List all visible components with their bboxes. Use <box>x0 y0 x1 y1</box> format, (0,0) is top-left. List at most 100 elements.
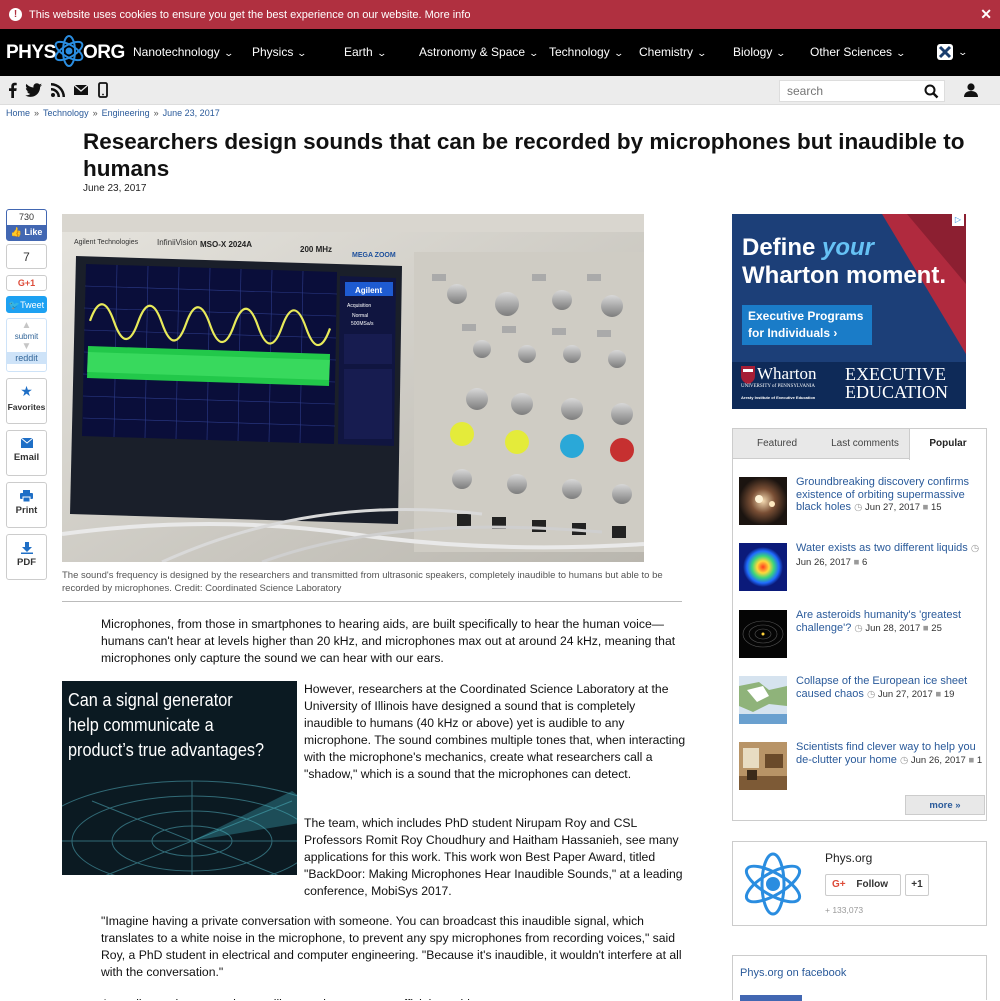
item-comments: 15 <box>931 502 942 513</box>
downvote-icon: ▼ <box>21 341 32 352</box>
svg-text:MSO-X 2024A: MSO-X 2024A <box>200 240 252 249</box>
item-comments: 25 <box>931 622 942 634</box>
button-line: for Individuals › <box>748 326 838 340</box>
facebook-like-button[interactable]: 730 👍 Like <box>6 209 47 241</box>
user-icon[interactable] <box>963 82 979 98</box>
facebook-box-title[interactable]: Phys.org on facebook <box>740 967 846 979</box>
nav-item-nanotechnology[interactable]: Nanotechnology ⌄ <box>133 45 234 59</box>
favorites-button[interactable]: ★ Favorites <box>6 378 47 424</box>
headline-part: Define <box>742 234 823 261</box>
svg-text:Normal: Normal <box>352 313 368 319</box>
nav-item-technology[interactable]: Technology ⌄ <box>549 45 624 59</box>
search-input[interactable] <box>780 81 920 101</box>
nav-item-other-sciences[interactable]: Other Sciences ⌄ <box>810 45 906 59</box>
twitter-icon[interactable] <box>25 82 43 98</box>
breadcrumb-engineering[interactable]: Engineering <box>102 108 150 118</box>
item-title-wrap: Water exists as two different liquids ◷ … <box>796 542 986 569</box>
wharton-headline: Define your Wharton moment. <box>742 234 946 290</box>
svg-text:Agilent: Agilent <box>355 286 382 295</box>
oscilloscope-photo: Agilent Technologies InfiniiVision MSO-X… <box>62 214 644 562</box>
breadcrumb-date[interactable]: June 23, 2017 <box>163 108 220 118</box>
cookie-message: This website uses cookies to ensure you … <box>29 9 471 21</box>
mobile-icon[interactable] <box>95 82 111 98</box>
print-button[interactable]: Print <box>6 482 47 528</box>
home-room-thumbnail <box>739 742 787 790</box>
comment-icon: ■ <box>935 688 942 700</box>
gplus-button[interactable]: G+1 <box>6 275 47 291</box>
chevron-down-icon: ⌄ <box>528 48 540 58</box>
nav-label: Nanotechnology <box>133 45 220 59</box>
cookie-banner: ! This website uses cookies to ensure yo… <box>0 0 1000 29</box>
pdf-button[interactable]: PDF <box>6 534 47 580</box>
item-meta: ◷ Jun 26, 2017 ■ 1 <box>900 755 982 766</box>
main-nav: PHYS ORG Nanotechnology ⌄ Physics ⌄ Earth ⌄… <box>0 29 1000 76</box>
email-button[interactable]: Email <box>6 430 47 476</box>
printer-icon <box>20 490 33 503</box>
breadcrumb-separator: » <box>153 108 159 118</box>
water-liquids-thumbnail <box>739 543 787 591</box>
gplus-plus1-button[interactable]: +1 <box>905 874 929 896</box>
wharton-univ: UNIVERSITY of PENNSYLVANIA <box>741 384 815 389</box>
clock-icon: ◷ <box>899 754 909 766</box>
physorg-atom-logo-icon <box>744 852 802 916</box>
item-date: Jun 26, 2017 <box>910 754 966 766</box>
item-title-wrap: Are asteroids humanity's 'greatest chall… <box>796 609 986 635</box>
black-holes-thumbnail <box>739 477 787 525</box>
svg-text:Acquisition: Acquisition <box>347 303 371 309</box>
comment-icon: ■ <box>922 502 929 513</box>
mail-icon[interactable] <box>73 82 89 98</box>
reddit-button[interactable]: ▲ submit ▼ reddit <box>6 318 47 372</box>
favorites-label: Favorites <box>7 402 46 412</box>
wharton-logo: Wharton <box>757 364 817 383</box>
cookie-close-button[interactable]: ✕ <box>980 6 992 23</box>
exec-line: EXECUTIVE <box>845 364 946 384</box>
facebook-icon[interactable] <box>5 82 21 98</box>
logo-text-org: ORG <box>83 42 125 63</box>
clock-icon: ◷ <box>970 543 980 554</box>
rss-icon[interactable] <box>50 82 66 98</box>
executive-programs-button[interactable]: Executive Programs for Individuals › <box>742 305 872 345</box>
item-title[interactable]: Water exists as two different liquids <box>796 542 968 554</box>
tweet-button[interactable]: 🐦Tweet <box>6 296 47 313</box>
article-main-image[interactable]: Agilent Technologies InfiniiVision MSO-X… <box>62 214 644 562</box>
breadcrumb-home[interactable]: Home <box>6 108 30 118</box>
cookie-more-info-link[interactable]: More info <box>425 9 471 21</box>
breadcrumb-technology[interactable]: Technology <box>43 108 89 118</box>
nav-label: Chemistry <box>639 45 694 59</box>
ice-sheet-map-thumbnail <box>739 676 787 724</box>
chevron-down-icon: ⌄ <box>957 47 969 58</box>
site-logo[interactable]: PHYS ORG <box>6 35 125 67</box>
ad-line: product’s true advantages? <box>68 739 265 760</box>
article-date: June 23, 2017 <box>83 183 147 194</box>
tab-last-comments[interactable]: Last comments <box>821 429 909 459</box>
nav-item-physics[interactable]: Physics ⌄ <box>252 45 308 59</box>
like-count: 730 <box>18 212 35 222</box>
logo-text-phys: PHYS <box>6 42 56 63</box>
news-tabs: Featured Last comments Popular <box>733 429 986 460</box>
item-meta: ◷ Jun 27, 2017 ■ 19 <box>867 689 954 700</box>
nav-item-astronomy-space[interactable]: Astronomy & Space ⌄ <box>419 45 540 59</box>
gplus-page-name[interactable]: Phys.org <box>825 851 872 865</box>
item-meta: ◷ Jun 28, 2017 ■ 25 <box>854 623 941 634</box>
chevron-down-icon: ⌄ <box>296 48 308 58</box>
gplus-follow-button[interactable]: G+ Follow <box>825 874 901 896</box>
wharton-ad[interactable]: Define your Wharton moment. Executive Pr… <box>732 214 966 409</box>
article-paragraph: The team, which includes PhD student Nir… <box>304 816 683 898</box>
more-button[interactable]: more » <box>905 795 985 815</box>
adchoices-icon[interactable]: ▷ <box>952 214 964 226</box>
nav-item-chemistry[interactable]: Chemistry ⌄ <box>639 45 707 59</box>
svg-text:MEGA ZOOM: MEGA ZOOM <box>352 252 396 259</box>
reddit-label: reddit <box>7 352 46 364</box>
email-label: Email <box>13 452 40 463</box>
item-title-wrap: Scientists find clever way to help you d… <box>796 741 986 767</box>
comment-icon: ■ <box>922 622 929 634</box>
nav-item-biology[interactable]: Biology ⌄ <box>733 45 786 59</box>
tab-featured[interactable]: Featured <box>733 429 821 459</box>
article-paragraph: According to the researchers, military a… <box>101 996 686 1000</box>
network-menu[interactable]: ⌄ <box>936 43 969 61</box>
image-caption: The sound's frequency is designed by the… <box>62 569 682 602</box>
signal-generator-ad[interactable]: Can a signal generator help communicate … <box>62 681 297 875</box>
search-icon[interactable] <box>924 84 939 99</box>
nav-item-earth[interactable]: Earth ⌄ <box>344 45 387 59</box>
tab-popular[interactable]: Popular <box>909 429 986 460</box>
